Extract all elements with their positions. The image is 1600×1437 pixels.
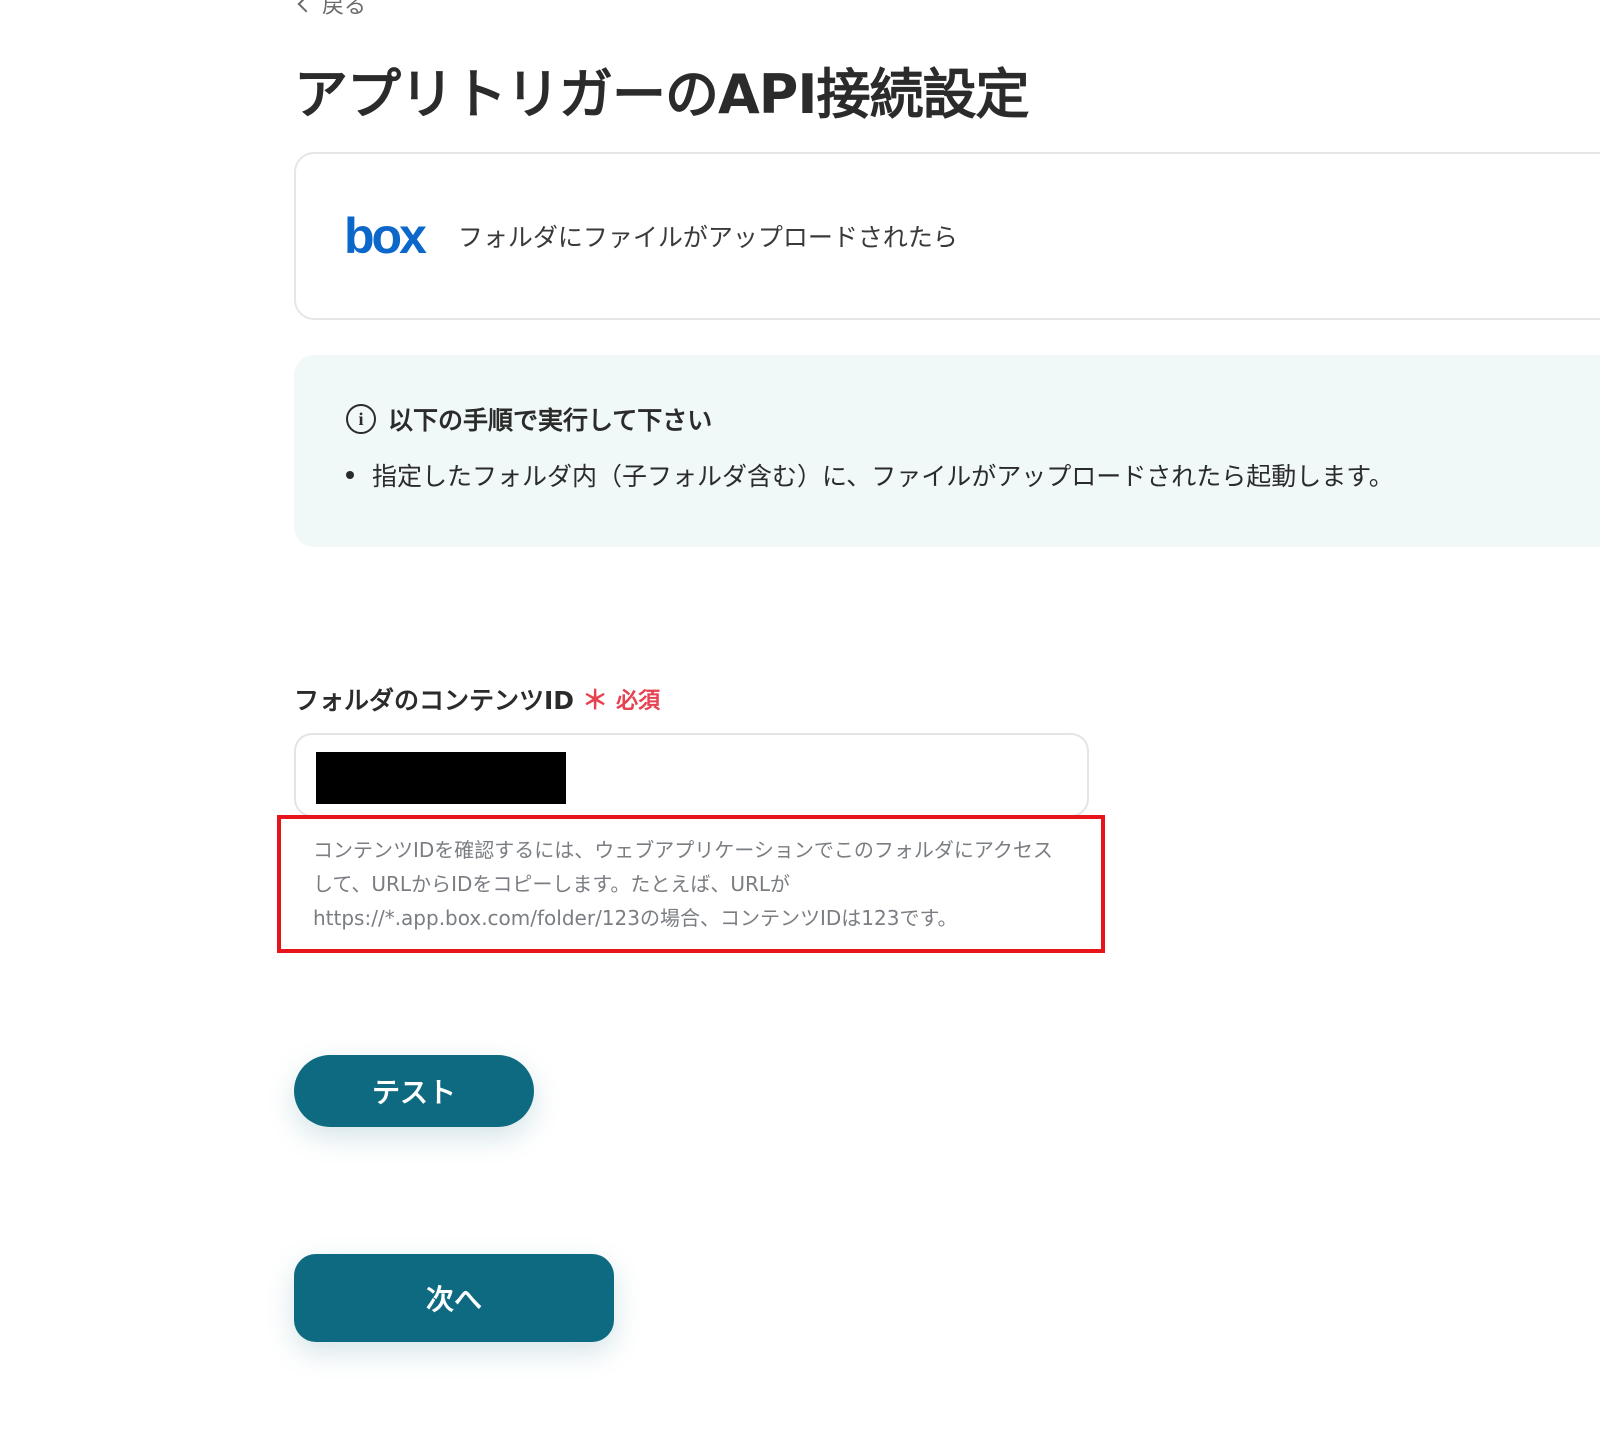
- required-badge: 必須: [616, 688, 661, 714]
- info-panel: i 以下の手順で実行して下さい 指定したフォルダ内（子フォルダ含む）に、ファイル…: [294, 355, 1600, 547]
- page-title: アプリトリガーのAPI接続設定: [294, 63, 1029, 126]
- help-line: して、URLからIDをコピーします。たとえば、URLが: [313, 872, 791, 896]
- required-asterisk-icon: ＊: [582, 686, 609, 716]
- folder-id-label: フォルダのコンテンツID ＊ 必須: [294, 680, 660, 717]
- redacted-value: [316, 752, 566, 804]
- page: 戻る アプリトリガーのAPI接続設定 box フォルダにファイルがアップロードさ…: [0, 0, 1600, 1437]
- trigger-label: フォルダにファイルがアップロードされたら: [457, 223, 958, 252]
- folder-id-input[interactable]: [294, 733, 1089, 817]
- folder-id-help-highlight: コンテンツIDを確認するには、ウェブアプリケーションでこのフォルダにアクセス し…: [277, 815, 1105, 953]
- info-item-text: 指定したフォルダ内（子フォルダ含む）に、ファイルがアップロードされたら起動します…: [372, 462, 1394, 491]
- chevron-left-icon: [297, 0, 315, 13]
- folder-id-help-text: コンテンツIDを確認するには、ウェブアプリケーションでこのフォルダにアクセス し…: [313, 833, 1093, 935]
- folder-id-label-text: フォルダのコンテンツID: [294, 685, 575, 715]
- help-line: https://*.app.box.com/folder/123の場合、コンテン…: [313, 906, 958, 930]
- info-heading-row: i 以下の手順で実行して下さい: [346, 401, 712, 437]
- test-button[interactable]: テスト: [294, 1055, 534, 1127]
- back-label: 戻る: [322, 0, 367, 19]
- help-line: コンテンツIDを確認するには、ウェブアプリケーションでこのフォルダにアクセス: [313, 838, 1053, 862]
- trigger-card: box フォルダにファイルがアップロードされたら: [294, 152, 1600, 320]
- bullet-icon: [346, 471, 354, 479]
- box-logo: box: [344, 208, 427, 264]
- back-link[interactable]: 戻る: [297, 0, 367, 20]
- info-icon: i: [346, 404, 376, 434]
- next-button[interactable]: 次へ: [294, 1254, 614, 1342]
- info-heading: 以下の手順で実行して下さい: [388, 406, 713, 435]
- info-list-item: 指定したフォルダ内（子フォルダ含む）に、ファイルがアップロードされたら起動します…: [346, 457, 1394, 493]
